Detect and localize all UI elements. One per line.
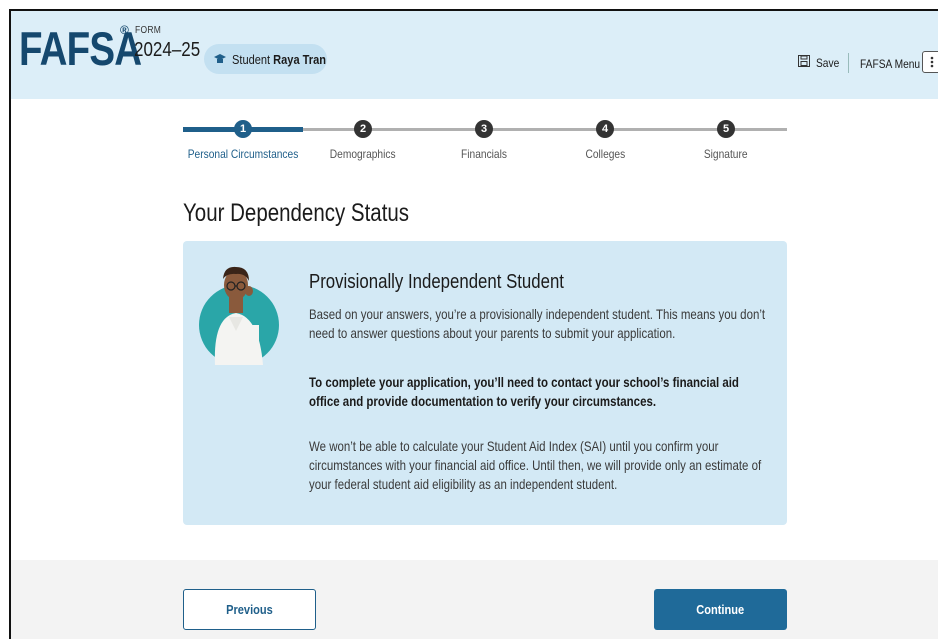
step-number: 3: [475, 120, 493, 138]
step-number: 5: [717, 120, 735, 138]
form-year: 2024–25: [134, 39, 201, 61]
graduation-cap-icon: [214, 53, 226, 65]
header-divider: [848, 53, 849, 73]
card-paragraph-answers: Based on your answers, you’re a provisio…: [309, 306, 766, 341]
save-icon: [798, 55, 810, 70]
student-illustration: [193, 255, 283, 395]
step-number: 1: [234, 120, 252, 138]
step-label: Personal Circumstances: [187, 147, 299, 161]
footer-bar: [11, 560, 938, 639]
student-prefix: Student: [232, 51, 271, 67]
card-paragraph-action: To complete your application, you’ll nee…: [309, 374, 739, 409]
app-frame: FAFSA ® FORM 2024–25 Student Raya Tran S…: [9, 9, 938, 639]
step-demographics[interactable]: 2 Demographics: [298, 116, 428, 161]
progress-stepper: 1 Personal Circumstances 2 Demographics …: [183, 116, 787, 176]
form-label: FORM: [135, 25, 162, 36]
top-header: FAFSA ® FORM 2024–25 Student Raya Tran S…: [11, 11, 938, 99]
step-label: Colleges: [585, 147, 625, 161]
page-title: Your Dependency Status: [183, 199, 410, 227]
step-number: 2: [354, 120, 372, 138]
student-name: Raya Tran: [273, 51, 327, 67]
kebab-menu-icon[interactable]: [922, 51, 938, 73]
continue-label: Continue: [696, 602, 745, 617]
step-personal-circumstances[interactable]: 1 Personal Circumstances: [178, 116, 308, 161]
fafsa-menu-label: FAFSA Menu: [860, 57, 921, 71]
step-label: Financials: [461, 147, 507, 161]
continue-button[interactable]: Continue: [654, 589, 787, 630]
step-label: Demographics: [330, 147, 396, 161]
fafsa-menu-button[interactable]: FAFSA Menu: [860, 57, 931, 71]
status-card: Provisionally Independent Student Based …: [183, 241, 787, 525]
save-label: Save: [816, 55, 840, 70]
save-button[interactable]: Save: [798, 55, 843, 70]
card-paragraph-sai: We won’t be able to calculate your Stude…: [309, 438, 762, 492]
card-heading: Provisionally Independent Student: [309, 271, 564, 293]
previous-button[interactable]: Previous: [183, 589, 316, 630]
previous-label: Previous: [226, 602, 273, 617]
step-number: 4: [596, 120, 614, 138]
step-label: Signature: [704, 147, 748, 161]
registered-mark: ®: [120, 23, 129, 37]
step-signature[interactable]: 5 Signature: [661, 116, 791, 161]
step-colleges[interactable]: 4 Colleges: [540, 116, 670, 161]
step-financials[interactable]: 3 Financials: [419, 116, 549, 161]
student-badge: Student Raya Tran: [204, 44, 327, 74]
